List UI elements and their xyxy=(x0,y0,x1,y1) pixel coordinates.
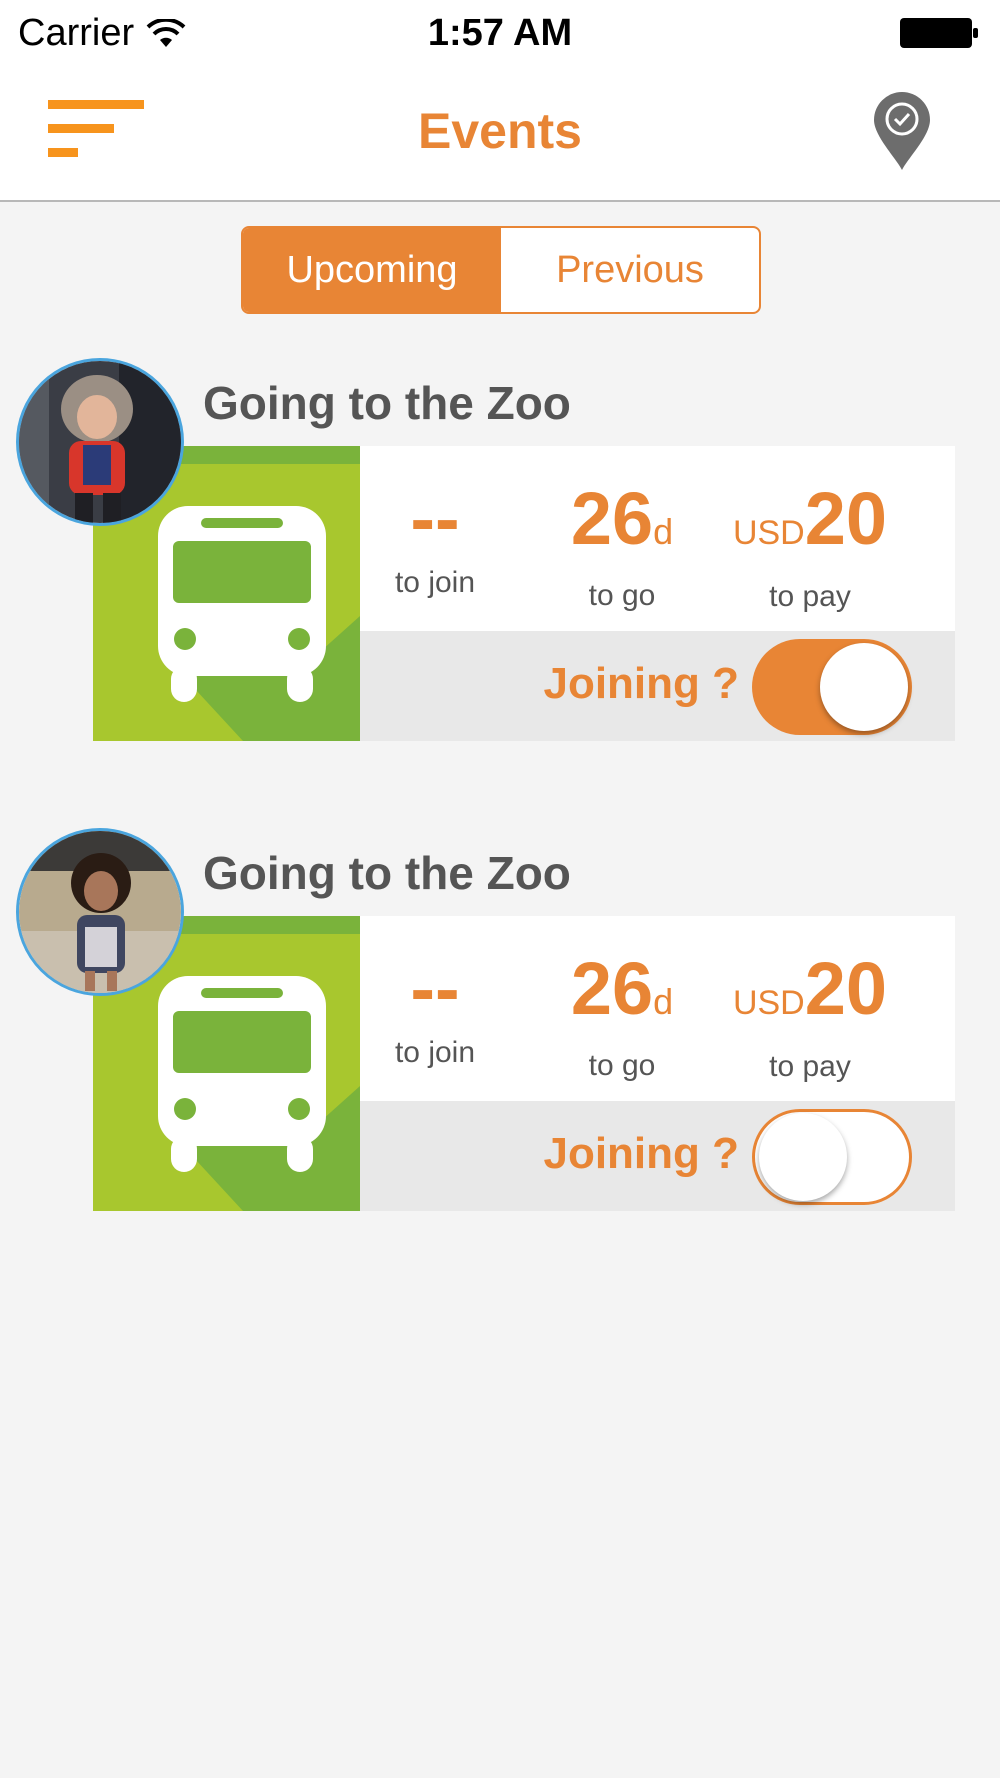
joining-toggle[interactable] xyxy=(752,639,912,735)
joining-row: Joining ? xyxy=(360,631,955,741)
event-title: Going to the Zoo xyxy=(203,847,571,899)
pay-label: to pay xyxy=(769,1050,851,1083)
event-details: -- to join 26d to go USD20 to pay Joinin… xyxy=(93,916,955,1211)
location-check-icon[interactable] xyxy=(874,92,930,170)
status-bar: Carrier 1:57 AM xyxy=(0,0,1000,66)
navigation-bar: Events xyxy=(0,66,1000,202)
join-label: to join xyxy=(394,566,476,599)
toggle-knob xyxy=(759,1113,847,1201)
go-label: to go xyxy=(588,1049,656,1082)
pay-label: to pay xyxy=(769,580,851,613)
go-unit: d xyxy=(653,981,674,1022)
go-label: to go xyxy=(588,579,656,612)
join-value: -- xyxy=(410,477,460,560)
toggle-knob xyxy=(820,643,908,731)
pay-value: 20 xyxy=(804,477,888,560)
pay-value: 20 xyxy=(804,947,888,1030)
tab-previous[interactable]: Previous xyxy=(501,228,759,312)
join-stat: -- to join xyxy=(350,944,520,1070)
tab-upcoming[interactable]: Upcoming xyxy=(243,228,501,312)
joining-label: Joining ? xyxy=(543,659,739,708)
go-stat: 26d to go xyxy=(537,474,707,613)
pay-stat: USD20 to pay xyxy=(725,944,895,1084)
go-value: 26 xyxy=(570,477,654,560)
go-unit: d xyxy=(653,511,674,552)
events-segmented-control: Upcoming Previous xyxy=(241,226,761,314)
pay-currency: USD xyxy=(732,984,805,1022)
join-stat: -- to join xyxy=(350,474,520,600)
avatar xyxy=(16,828,184,996)
battery-icon xyxy=(900,18,978,48)
go-value: 26 xyxy=(570,947,654,1030)
event-card[interactable]: Going to the Zoo -- to join 26d to go US… xyxy=(0,358,1000,766)
pay-stat: USD20 to pay xyxy=(725,474,895,614)
event-details: -- to join 26d to go USD20 to pay Joinin… xyxy=(93,446,955,741)
clock: 1:57 AM xyxy=(427,12,573,54)
pay-currency: USD xyxy=(732,514,805,552)
event-title: Going to the Zoo xyxy=(203,377,571,429)
joining-label: Joining ? xyxy=(543,1129,739,1178)
join-label: to join xyxy=(394,1036,476,1069)
avatar xyxy=(16,358,184,526)
event-card[interactable]: Going to the Zoo -- to join 26d to go US… xyxy=(0,828,1000,1236)
joining-toggle[interactable] xyxy=(752,1109,912,1205)
page-title: Events xyxy=(418,103,582,159)
join-value: -- xyxy=(410,947,460,1030)
joining-row: Joining ? xyxy=(360,1101,955,1211)
go-stat: 26d to go xyxy=(537,944,707,1083)
